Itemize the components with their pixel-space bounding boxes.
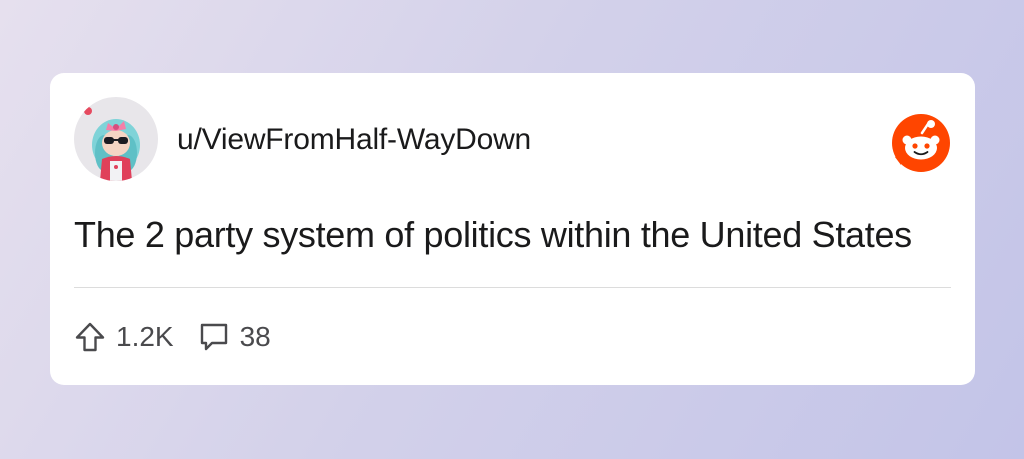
comment-count: 38	[239, 321, 271, 352]
reddit-logo-icon	[891, 113, 951, 173]
upvote-count: 1.2K	[116, 321, 174, 352]
user-avatar[interactable]	[74, 97, 158, 181]
upvote-button[interactable]: 1.2K	[74, 321, 174, 353]
avatar-illustration-icon	[84, 107, 140, 181]
divider	[74, 287, 951, 288]
comment-bubble-icon	[200, 323, 227, 351]
post-author-username[interactable]: u/ViewFromHalf-WayDown	[177, 123, 531, 157]
post-card[interactable]: u/ViewFromHalf-WayDown The 2 party syste…	[50, 73, 975, 385]
post-title[interactable]: The 2 party system of politics within th…	[74, 214, 912, 256]
post-stats: 1.2K 38	[74, 320, 295, 354]
upvote-arrow-icon	[75, 322, 105, 352]
comments-button[interactable]: 38	[198, 321, 271, 353]
